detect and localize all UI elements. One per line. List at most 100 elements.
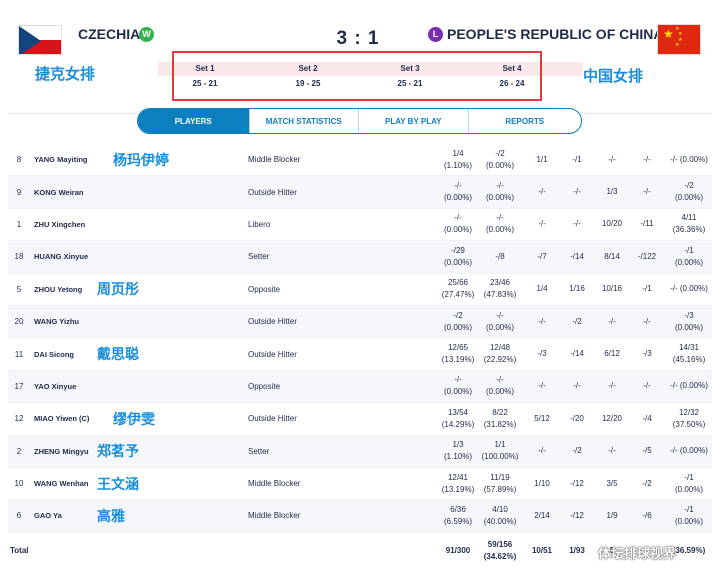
loss-badge: L: [428, 27, 443, 42]
table-row[interactable]: 2 ZHENG Mingyu 郑茗予 Setter 1/3 (1.10%) 1/1 (100.…: [8, 435, 712, 468]
table-row[interactable]: 6 GAO Ya 高雅 Middle Blocker 6/36 (6.59%) 4/10 (4…: [8, 500, 714, 533]
stat-value: (0.00%): [674, 193, 703, 203]
stat-cell: -/- (0.00%): [664, 274, 714, 305]
player-name[interactable]: HUANG Xinyue: [34, 241, 124, 272]
player-number: 1: [16, 219, 22, 229]
stat-cell: -/3: [522, 338, 562, 369]
stat-value: -/-: [538, 381, 546, 391]
stat-cell: -/1 (0.00%): [664, 500, 714, 531]
player-number: 6: [16, 511, 22, 521]
stat-cell: -/4: [627, 403, 667, 434]
stat-value: (0.00%): [443, 225, 472, 235]
stat-cell: -/-: [522, 371, 562, 402]
table-row[interactable]: 11 DAI Sicong 戴思聪 Outside Hitter 12/65 (13.19…: [8, 338, 712, 371]
table-row[interactable]: 9 KONG Weiran Outside Hitter -/- (0.00%) -/- (…: [8, 176, 712, 209]
stat-cell: 1/1: [522, 144, 562, 175]
player-number: 17: [14, 381, 24, 391]
match-score: 3 : 1: [336, 28, 380, 49]
player-position: Outside Hitter: [248, 187, 297, 197]
player-name[interactable]: KONG Weiran: [34, 176, 124, 207]
player-name[interactable]: WANG Yizhu: [34, 306, 124, 337]
stat-value: (0.00%): [443, 322, 472, 332]
stat-value: 12/65: [447, 343, 469, 353]
stat-value: -/- (0.00%): [670, 284, 708, 294]
table-row[interactable]: 8 YANG Mayiting 杨玛伊婷 Middle Blocker 1/4 (1.10…: [8, 144, 712, 177]
set-1: Set 1 25 - 21: [192, 64, 218, 88]
stat-cell: 12/20: [592, 403, 632, 434]
stat-value: 1/16: [569, 284, 585, 294]
stat-value: (31.82%): [483, 419, 517, 429]
stat-value: -/-: [454, 181, 462, 191]
table-row[interactable]: 5 ZHOU Yetong 周页彤 Opposite 25/66 (27.47%) 23/4…: [8, 274, 712, 306]
stat-cell: 23/46 (47.83%): [470, 274, 530, 305]
players-table: 8 YANG Mayiting 杨玛伊婷 Middle Blocker 1/4 (1.10…: [8, 144, 712, 569]
stat-cell: -/-: [627, 144, 667, 175]
player-position: Setter: [248, 446, 270, 456]
stat-value: -/29: [451, 245, 465, 255]
stat-value: (36.36%): [672, 225, 706, 235]
stat-value: -/12: [570, 478, 584, 488]
stat-value: 3/5: [606, 478, 618, 488]
home-team-name: CZECHIA: [78, 26, 141, 42]
player-number: 10: [14, 479, 24, 489]
table-row[interactable]: 18 HUANG Xinyue Setter -/29 (0.00%) -/8 -/7 -/1…: [8, 241, 714, 274]
stat-value: -/7: [537, 251, 547, 261]
player-name[interactable]: MIAO Yiwen (C): [34, 403, 124, 434]
tab-play-by-play[interactable]: PLAY BY PLAY: [359, 109, 469, 133]
table-row[interactable]: 17 YAO Xinyue Opposite -/- (0.00%) -/- (0.00%)…: [8, 370, 712, 404]
stat-cell: -/-: [522, 209, 562, 240]
player-number: 18: [14, 252, 24, 262]
player-name[interactable]: ZHU Xingchen: [34, 209, 124, 240]
stat-value: -/2: [572, 316, 582, 326]
tab-match-statistics[interactable]: MATCH STATISTICS: [250, 109, 359, 133]
stat-value: 12/32: [678, 407, 700, 417]
table-row[interactable]: 20 WANG Yizhu Outside Hitter -/2 (0.00%) -/- (…: [8, 305, 712, 339]
stat-cell: 5/12: [522, 403, 562, 434]
tab-reports[interactable]: REPORTS: [469, 109, 581, 133]
stat-value: -/- (0.00%): [670, 381, 708, 391]
stat-cell: -/1 (0.00%): [664, 241, 714, 272]
stat-value: -/-: [573, 219, 581, 229]
stat-cell: -/20: [557, 403, 597, 434]
stat-value: (37.50%): [672, 419, 706, 429]
table-row[interactable]: 12 MIAO Yiwen (C) 缪伊雯 Outside Hitter 13/54 (1…: [8, 403, 712, 436]
stat-cell: -/-: [627, 306, 667, 337]
stat-value: (6.59%): [443, 516, 472, 526]
player-position: Libero: [248, 219, 271, 229]
player-number: 2: [16, 446, 22, 456]
stat-value: 1/4: [452, 148, 464, 158]
stat-value: 11/19: [490, 472, 510, 482]
stat-value: (0.00%): [674, 484, 703, 494]
stat-value: (40.00%): [483, 516, 517, 526]
stat-value: -/-: [608, 154, 616, 164]
table-row[interactable]: 1 ZHU Xingchen Libero -/- (0.00%) -/- (0.00%) -…: [8, 209, 712, 242]
stat-value: -/-: [608, 381, 616, 391]
china-flag-icon: ★ ★ ★ ★ ★: [657, 24, 701, 55]
stat-cell: 6/12: [592, 338, 632, 369]
player-position: Middle Blocker: [248, 511, 301, 521]
stat-value: (22.92%): [483, 355, 517, 365]
stat-cell: -/-: [592, 306, 632, 337]
stat-value: 4/10: [492, 504, 508, 514]
player-chinese-caption: 周页彤: [97, 281, 139, 298]
stat-cell: -/14: [557, 241, 597, 272]
tab-players[interactable]: PLAYERS: [138, 109, 250, 133]
player-number: 12: [14, 414, 24, 424]
away-team-name: PEOPLE'S REPUBLIC OF CHINA: [447, 26, 664, 42]
stat-value: -/1: [572, 154, 582, 164]
player-position: Outside Hitter: [248, 349, 297, 359]
player-name[interactable]: YANG Mayiting: [34, 144, 124, 175]
stat-cell: 1/3: [592, 176, 632, 207]
stat-cell: 10/20: [592, 209, 632, 240]
player-position: Outside Hitter: [248, 317, 297, 327]
stat-cell: -/- (0.00%): [470, 209, 530, 240]
stat-value: 1/10: [534, 478, 550, 488]
table-row[interactable]: 10 WANG Wenhan 王文涵 Middle Blocker 12/41 (13.1…: [8, 468, 712, 501]
stat-cell: -/- (0.00%): [470, 306, 530, 337]
player-position: Opposite: [248, 284, 281, 294]
player-position: Middle Blocker: [248, 479, 301, 489]
player-name[interactable]: YAO Xinyue: [34, 371, 124, 402]
stat-value: (0.00%): [485, 160, 514, 170]
stat-value: 1/3: [452, 440, 464, 450]
stat-cell: 11/19 (57.89%): [470, 468, 530, 499]
